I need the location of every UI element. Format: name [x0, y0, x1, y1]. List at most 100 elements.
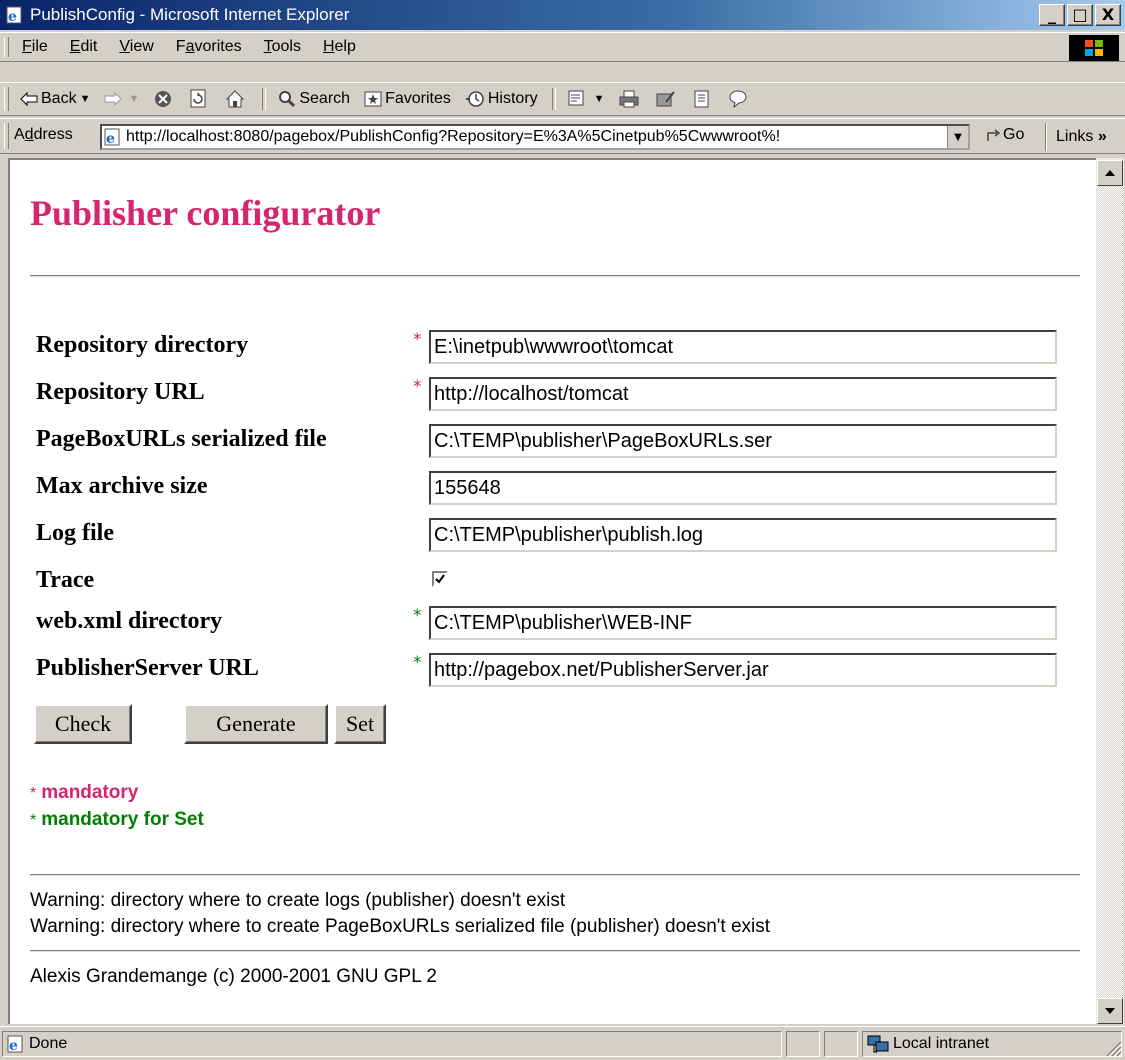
mandatory-mark: * [413, 377, 422, 397]
search-button[interactable]: Search [278, 90, 350, 108]
form-row-pageboxurls-file: PageBoxURLs serialized file [36, 424, 1076, 464]
search-label: Search [299, 90, 351, 107]
footer-copyright: Alexis Grandemange (c) 2000-2001 GNU GPL… [30, 966, 437, 987]
favorites-icon [364, 91, 382, 107]
maximize-icon: □ [1072, 5, 1088, 24]
menu-tools[interactable]: Tools [264, 38, 301, 56]
go-button[interactable]: Go [985, 126, 1024, 144]
arrow-down-icon [1105, 1008, 1115, 1014]
maximize-button[interactable]: □ [1067, 4, 1093, 26]
address-dropdown-button[interactable]: ▼ [947, 126, 968, 148]
messenger-icon [729, 90, 747, 108]
go-arrow-icon [987, 129, 1001, 141]
status-panel [824, 1031, 858, 1057]
form-row-repository-url: Repository URL * [36, 377, 1076, 417]
address-bar-grip[interactable] [4, 123, 9, 149]
refresh-icon [190, 89, 206, 108]
history-button[interactable]: History [465, 90, 538, 108]
chevron-down-icon[interactable]: ▼ [594, 93, 605, 105]
trace-label: Trace [36, 567, 95, 593]
checkmark-icon [435, 574, 445, 584]
mail-button[interactable]: ▼ [568, 90, 605, 108]
close-button[interactable]: X [1095, 4, 1121, 26]
address-label: Address [14, 126, 73, 143]
address-input[interactable]: e http://localhost:8080/pagebox/PublishC… [100, 124, 970, 150]
toolbar-separator [551, 88, 556, 110]
repository-url-input[interactable] [429, 377, 1057, 411]
webxml-directory-input[interactable] [429, 606, 1057, 640]
history-label: History [487, 90, 538, 107]
divider [30, 950, 1080, 952]
forward-button[interactable]: ▼ [104, 92, 139, 106]
set-button[interactable]: Set [334, 704, 386, 744]
mandatory-for-set-mark: * [413, 653, 422, 673]
back-label: Back [41, 90, 77, 107]
menu-help[interactable]: Help [323, 38, 356, 56]
menu-view[interactable]: View [119, 38, 153, 56]
menu-favorites[interactable]: Favorites [176, 38, 242, 56]
toolbar-grip[interactable] [4, 87, 9, 111]
links-button[interactable]: Links » [1045, 123, 1107, 151]
search-icon [279, 91, 296, 108]
status-text: e Done [2, 1031, 782, 1057]
chevron-down-icon[interactable]: ▼ [80, 93, 91, 105]
print-button[interactable] [619, 90, 642, 108]
vertical-scrollbar[interactable] [1096, 158, 1124, 1024]
publisherserver-url-input[interactable] [429, 653, 1057, 687]
security-zone[interactable]: Local intranet [862, 1031, 1122, 1057]
legend-mandatory-for-set: * mandatory for Set [30, 809, 204, 830]
discuss-button[interactable] [693, 90, 714, 108]
toolbar-separator [262, 88, 267, 110]
page-title: Publisher configurator [30, 193, 381, 233]
stop-button[interactable] [153, 89, 176, 109]
svg-text:e: e [106, 131, 115, 146]
menu-file[interactable]: File [22, 38, 48, 56]
svg-text:e: e [9, 1038, 18, 1053]
pageboxurls-file-label: PageBoxURLs serialized file [36, 426, 327, 452]
svg-text:e: e [8, 9, 17, 24]
scroll-down-button[interactable] [1097, 998, 1123, 1024]
back-button[interactable]: Back ▼ [20, 90, 90, 108]
form-row-log-file: Log file [36, 518, 1076, 558]
resize-grip-icon[interactable] [1103, 1038, 1123, 1058]
repository-url-label: Repository URL [36, 379, 205, 405]
scroll-up-button[interactable] [1097, 160, 1123, 186]
repository-directory-input[interactable] [429, 330, 1057, 364]
pageboxurls-file-input[interactable] [429, 424, 1057, 458]
chevron-right-icon: » [1097, 128, 1107, 145]
minimize-button[interactable]: _ [1039, 4, 1065, 26]
ie-page-icon: e [6, 6, 22, 24]
chevron-down-icon: ▼ [954, 131, 962, 143]
log-file-input[interactable] [429, 518, 1057, 552]
menu-bar: File Edit View Favorites Tools Help [0, 32, 1125, 62]
minimize-icon: _ [1048, 5, 1056, 24]
print-icon [619, 90, 639, 108]
chevron-down-icon[interactable]: ▼ [128, 93, 139, 105]
stop-icon [155, 91, 172, 107]
home-button[interactable] [225, 89, 248, 109]
edit-button[interactable] [656, 90, 679, 108]
menu-bar-grip[interactable] [4, 37, 9, 57]
page-content: Publisher configurator Repository direct… [8, 158, 1096, 1024]
form-row-repository-directory: Repository directory * [36, 330, 1076, 370]
favorites-button[interactable]: Favorites [364, 90, 451, 108]
refresh-button[interactable] [190, 89, 211, 109]
max-archive-size-input[interactable] [429, 471, 1057, 505]
messenger-button[interactable] [728, 90, 751, 108]
home-icon [226, 90, 245, 108]
page-icon: e [104, 128, 120, 146]
windows-logo-icon [1069, 35, 1119, 61]
log-file-label: Log file [36, 520, 114, 546]
menu-edit[interactable]: Edit [70, 38, 98, 56]
favorites-label: Favorites [385, 90, 451, 107]
local-intranet-icon [867, 1035, 889, 1053]
address-url: http://localhost:8080/pagebox/PublishCon… [126, 128, 781, 145]
check-button[interactable]: Check [34, 704, 132, 744]
generate-button[interactable]: Generate [184, 704, 328, 744]
mandatory-mark: * [413, 330, 422, 350]
trace-checkbox[interactable] [432, 571, 448, 587]
go-label: Go [1003, 126, 1025, 143]
standard-toolbar: Back ▼ ▼ Search Favorites History ▼ [0, 82, 1125, 116]
mandatory-for-set-mark: * [413, 606, 422, 626]
max-archive-size-label: Max archive size [36, 473, 208, 499]
